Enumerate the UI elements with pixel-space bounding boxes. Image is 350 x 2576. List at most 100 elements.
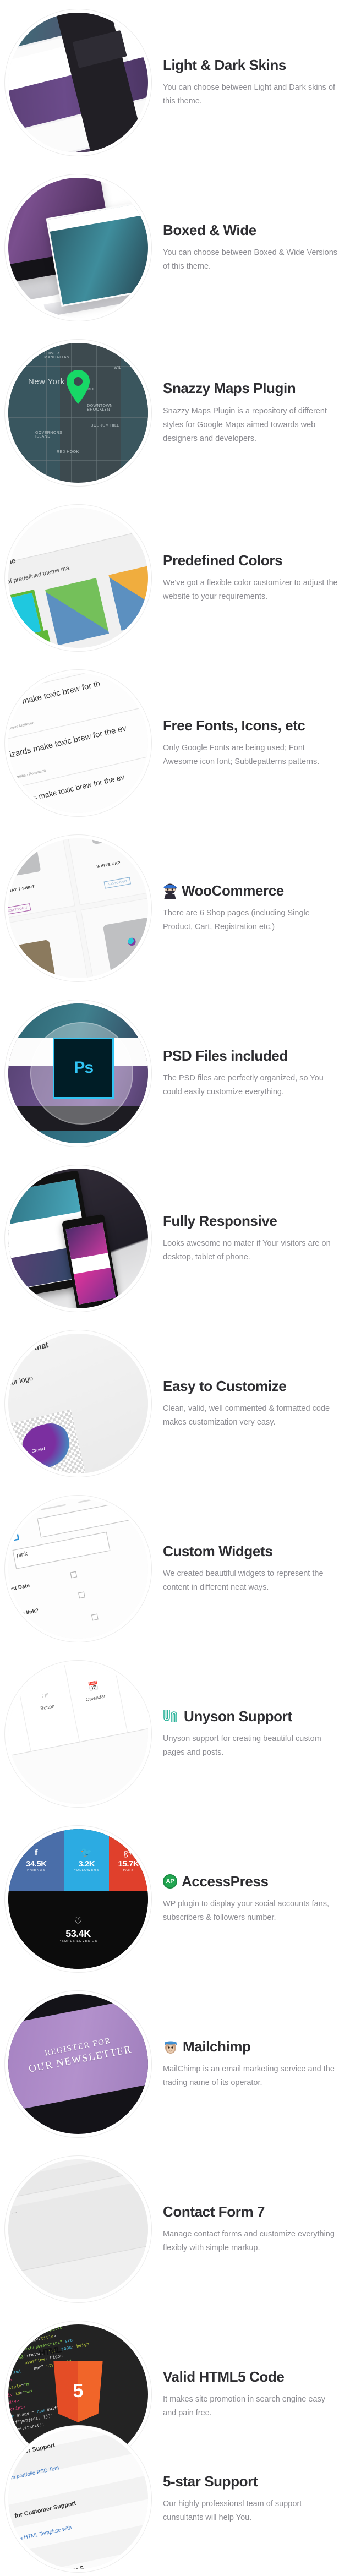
feature-description: It makes site promotion in search engine…	[163, 2395, 325, 2418]
feature-title-text: Free Fonts, Icons, etc	[163, 717, 305, 734]
widget-select[interactable]	[37, 1499, 140, 1538]
feature-title: 5-star Support	[163, 2473, 344, 2490]
feature-title: PSD Files included	[163, 1047, 344, 1065]
facebook-icon: f	[34, 1847, 38, 1858]
feature-section-predefined-colors: olor scheme Select one of predefined the…	[0, 495, 350, 661]
feature-description: The PSD files are perfectly organized, s…	[163, 1074, 324, 1097]
twitter-icon: 🐦	[80, 1847, 92, 1858]
feature-section-woocommerce: SALE GRAY T-SHIRT WHITE CAP ADD TO CART …	[0, 826, 350, 991]
feature-section-unyson-support: ut Elements ▦ Accordion ☞ Button 📅 Cale	[0, 1651, 350, 1816]
feature-thumbnail-woocommerce: SALE GRAY T-SHIRT WHITE CAP ADD TO CART …	[4, 834, 152, 982]
feature-title-text: Light & Dark Skins	[163, 56, 286, 73]
feature-section-five-star-support: veterinary HT ★★★ for Customer Support A…	[0, 2422, 350, 2576]
html5-logo-icon: 5	[50, 2361, 106, 2422]
feature-title-text: Valid HTML5 Code	[163, 2368, 285, 2385]
website-collage-art	[8, 13, 148, 152]
social-counter-art: f 34.5K FRIENDS 🐦 3.2K FOLLOWERS g+ 15.7…	[8, 1829, 148, 1969]
review-list-art: veterinary HT ★★★ for Customer Support A…	[8, 2429, 148, 2569]
feature-thumbnail-custom-widgets: Accent color pink Display Post Date spla…	[4, 1495, 152, 1642]
feature-title: Free Fonts, Icons, etc	[163, 717, 344, 734]
feature-description: Clean, valid, well commented & formatted…	[163, 1404, 330, 1427]
feature-thumbnail-predefined-colors: olor scheme Select one of predefined the…	[4, 504, 152, 652]
feature-title-text: AccessPress	[182, 1873, 269, 1890]
color-scheme-picker-art: olor scheme Select one of predefined the…	[8, 508, 148, 648]
feature-thumbnail-contact-form-7: FULL NAME PHONE NUMBER MESSAGE ... SEND …	[4, 2155, 152, 2303]
feature-title-text: Unyson Support	[184, 1707, 292, 1724]
responsive-devices-art	[8, 1169, 148, 1308]
feature-title-text: Boxed & Wide	[163, 221, 256, 238]
feature-section-custom-widgets: Accent color pink Display Post Date spla…	[0, 1486, 350, 1651]
social-tile-likes: ♡ 53.4K PEOPLE LOVES US	[8, 1890, 148, 1969]
display-post-checkbox[interactable]	[91, 1614, 99, 1621]
feature-title: Custom Widgets	[163, 1543, 344, 1560]
styled-map-art: NOHO LOWERMANHATTAN New York DUMBO DOWNT…	[8, 343, 148, 483]
feature-thumbnail-accesspress: f 34.5K FRIENDS 🐦 3.2K FOLLOWERS g+ 15.7…	[4, 1825, 152, 1973]
feature-title-text: Predefined Colors	[163, 552, 283, 569]
feature-section-snazzy-maps-plugin: NOHO LOWERMANHATTAN New York DUMBO DOWNT…	[0, 330, 350, 495]
calendar-icon: 📅	[87, 1680, 100, 1693]
features-page: Light & Dark Skins You can choose betwee…	[0, 0, 350, 2576]
widget-settings-art: Accent color pink Display Post Date spla…	[8, 1499, 148, 1639]
feature-title-text: Mailchimp	[183, 2038, 251, 2055]
google-fonts-list-art: Paragraph Poster Grumpy wizards make tox…	[8, 673, 148, 813]
feature-title: AP AccessPress	[163, 1873, 344, 1890]
feature-thumbnail-fully-responsive	[4, 1165, 152, 1312]
feature-title-text: Easy to Customize	[163, 1377, 287, 1394]
feature-title: Boxed & Wide	[163, 222, 344, 239]
feature-title: Snazzy Maps Plugin	[163, 380, 344, 397]
social-tile-facebook: f 34.5K FRIENDS	[8, 1829, 64, 1891]
feature-thumbnail-five-star-support: veterinary HT ★★★ for Customer Support A…	[4, 2425, 152, 2573]
feature-title: Light & Dark Skins	[163, 57, 344, 74]
woocommerce-ninja-icon	[163, 883, 177, 899]
feature-section-easy-to-customize: Main logo image that Select your logo Cr…	[0, 1321, 350, 1486]
contact-form-art: FULL NAME PHONE NUMBER MESSAGE ... SEND …	[8, 2159, 148, 2299]
feature-title: Contact Form 7	[163, 2203, 344, 2220]
social-tile-google-plus: g+ 15.7K FANS	[108, 1829, 148, 1891]
feature-description: You can choose between Boxed & Wide Vers…	[163, 248, 338, 271]
photoshop-badge: Ps	[53, 1037, 114, 1099]
shop-grid-art: SALE GRAY T-SHIRT WHITE CAP ADD TO CART …	[8, 838, 148, 978]
feature-title: Valid HTML5 Code	[163, 2368, 344, 2386]
feature-thumbnail-boxed-wide	[4, 174, 152, 321]
feature-description: Manage contact forms and customize every…	[163, 2230, 335, 2253]
feature-title-text: WooCommerce	[182, 882, 284, 899]
feature-section-light-dark-skins: Light & Dark Skins You can choose betwee…	[0, 0, 350, 165]
color-scheme-label: olor scheme	[8, 556, 17, 574]
feature-section-free-fonts: Paragraph Poster Grumpy wizards make tox…	[0, 661, 350, 826]
google-plus-icon: g+	[123, 1847, 134, 1858]
feature-description: MailChimp is an email marketing service …	[163, 2065, 335, 2088]
feature-description: There are 6 Shop pages (including Single…	[163, 909, 310, 932]
unyson-icon	[163, 1709, 179, 1723]
accent-color-input[interactable]: pink	[12, 1532, 111, 1570]
accesspress-ap-icon: AP	[163, 1874, 177, 1889]
map-pin-icon	[66, 369, 90, 404]
pointer-icon: ☞	[40, 1690, 51, 1702]
feature-title: Predefined Colors	[163, 552, 344, 569]
heart-icon: ♡	[74, 1916, 83, 1927]
psd-layouts-art: Ps	[8, 1003, 148, 1143]
social-tile-twitter: 🐦 3.2K FOLLOWERS	[64, 1829, 109, 1891]
feature-description: Snazzy Maps Plugin is a repository of di…	[163, 406, 327, 443]
redo-button[interactable]: Redo	[62, 1803, 82, 1804]
device-mockup-art	[8, 178, 148, 318]
color-swatch-orange[interactable]	[108, 563, 148, 631]
feature-title-text: PSD Files included	[163, 1047, 288, 1064]
feature-description: WP plugin to display your social account…	[163, 1900, 329, 1923]
feature-title: Mailchimp	[163, 2038, 344, 2055]
feature-description: We've got a flexible color customizer to…	[163, 578, 338, 602]
feature-description: Our highly professionsl team of support …	[163, 2499, 302, 2523]
feature-section-fully-responsive: Fully Responsive Looks awesome no mater …	[0, 1156, 350, 1321]
display-comments-checkbox[interactable]	[78, 1592, 86, 1600]
feature-thumbnail-snazzy-maps: NOHO LOWERMANHATTAN New York DUMBO DOWNT…	[4, 339, 152, 487]
feature-title: WooCommerce	[163, 882, 344, 899]
color-swatch-green[interactable]	[45, 578, 109, 646]
feature-title: Unyson Support	[163, 1708, 344, 1725]
feature-section-mailchimp: REGISTER FOR OUR NEWSLETTER Mailchimp Ma…	[0, 1982, 350, 2147]
feature-title: Easy to Customize	[163, 1378, 344, 1395]
feature-title-text: Contact Form 7	[163, 2203, 265, 2220]
mailchimp-monkey-icon	[163, 2039, 178, 2054]
feature-title: Fully Responsive	[163, 1213, 344, 1230]
display-post-date-checkbox[interactable]	[70, 1571, 78, 1579]
feature-title-text: Snazzy Maps Plugin	[163, 380, 296, 397]
feature-description: We created beautiful widgets to represen…	[163, 1569, 324, 1592]
